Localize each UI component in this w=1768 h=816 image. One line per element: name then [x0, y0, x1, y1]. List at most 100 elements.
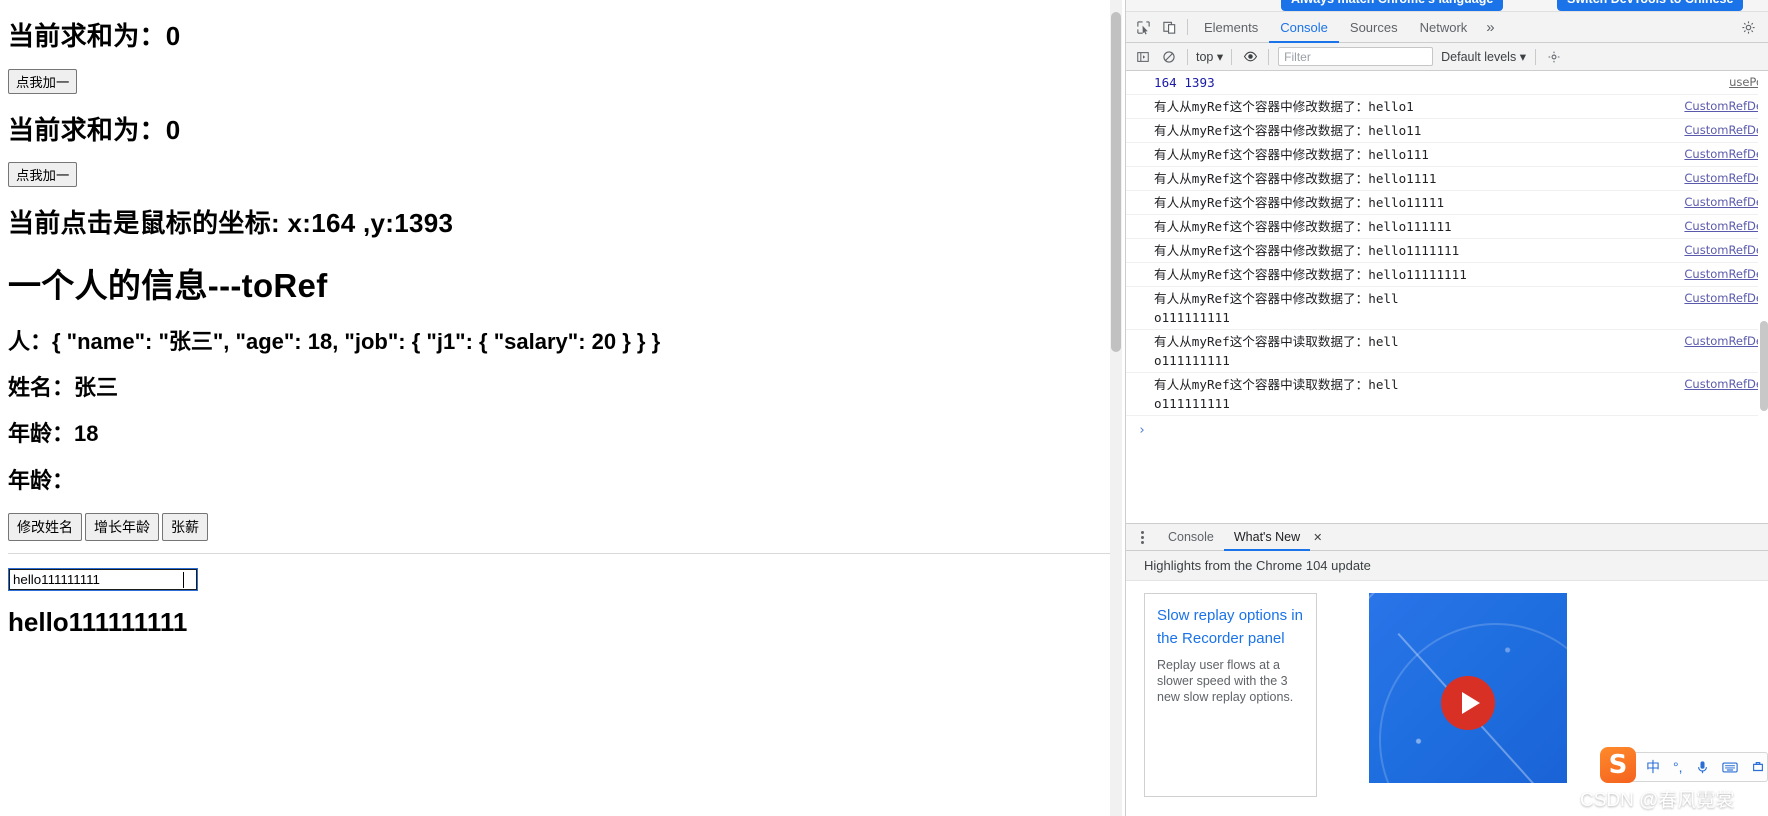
drawer-tab-whats-new[interactable]: What's New [1223, 524, 1311, 551]
filter-divider-1 [1187, 48, 1188, 65]
live-expression-eye-icon[interactable] [1237, 45, 1263, 69]
devtools-tab-bar: Elements Console Sources Network » [1126, 12, 1768, 43]
console-log-row[interactable]: 有人从myRef这个容器中修改数据了：hello11111111 CustomRe… [1126, 263, 1768, 287]
devtools-language-banner: Always match Chrome's language Switch De… [1126, 0, 1768, 12]
console-log-message: 有人从myRef这个容器中修改数据了：hello111111 [1154, 219, 1452, 234]
console-log-source-link[interactable]: CustomRefDe [1684, 121, 1763, 140]
console-log-source-link[interactable]: CustomRefDe [1684, 375, 1763, 394]
console-log-source-link[interactable]: CustomRefDe [1684, 193, 1763, 212]
filter-divider-2 [1231, 48, 1233, 65]
custom-ref-input[interactable] [8, 567, 198, 591]
raise-salary-button[interactable]: 张薪 [162, 512, 208, 541]
sum-label-1: 当前求和为：0 [8, 21, 181, 51]
log-level-label: Default levels [1441, 50, 1517, 64]
console-log-message: 有人从myRef这个容器中修改数据了：hello1111 [1154, 171, 1437, 186]
console-log-message: 有人从myRef这个容器中修改数据了：hello11111111 [1154, 267, 1467, 282]
whats-new-illustration [1369, 593, 1567, 783]
console-scrollbar-track[interactable] [1758, 71, 1768, 523]
more-tabs-icon[interactable]: » [1478, 19, 1502, 36]
console-log-source-link[interactable]: CustomRefDe [1684, 265, 1763, 284]
console-log-message: 有人从myRef这个容器中读取数据了：hello111111111 [1154, 377, 1399, 411]
console-log-message: 有人从myRef这个容器中读取数据了：hello111111111 [1154, 334, 1399, 368]
play-triangle [1461, 692, 1480, 715]
console-log-source-link[interactable]: CustomRefDe [1684, 217, 1763, 236]
always-match-language-button[interactable]: Always match Chrome's language [1281, 0, 1504, 11]
console-log-source-link[interactable]: CustomRefDe [1684, 97, 1763, 116]
increase-age-button[interactable]: 增长年龄 [85, 512, 159, 541]
console-log-message: 有人从myRef这个容器中修改数据了：hello111 [1154, 147, 1429, 162]
console-log-source-link[interactable]: CustomRefDe [1684, 145, 1763, 164]
person-name-label: 姓名：张三 [8, 375, 119, 401]
console-filter-input[interactable]: Filter [1278, 47, 1434, 66]
close-icon[interactable]: ✕ [1313, 531, 1322, 544]
tab-elements[interactable]: Elements [1193, 12, 1269, 43]
page-scrollbar-thumb[interactable] [1111, 12, 1121, 352]
ime-microphone-icon[interactable] [1696, 760, 1709, 775]
devtools-toolbar-right [1735, 15, 1765, 39]
console-log-row[interactable]: 有人从myRef这个容器中修改数据了：hello111 CustomRefDe [1126, 143, 1768, 167]
ime-keyboard-icon[interactable] [1721, 761, 1738, 774]
console-log-row[interactable]: 有人从myRef这个容器中修改数据了：hello1111111 CustomRef… [1126, 239, 1768, 263]
console-log-row[interactable]: 有人从myRef这个容器中修改数据了：hello1 CustomRefDe [1126, 95, 1768, 119]
switch-devtools-to-chinese-button[interactable]: Switch DevTools to Chinese [1557, 0, 1744, 11]
whats-new-card[interactable]: Slow replay options in the Recorder pane… [1144, 593, 1317, 797]
filter-divider-3 [1268, 48, 1270, 65]
change-name-button[interactable]: 修改姓名 [8, 512, 82, 541]
ime-chinese-mode-icon[interactable]: 中 [1646, 757, 1660, 777]
console-log-list[interactable]: 164 1393 usePo 有人从myRef这个容器中修改数据了：hello1 Cu… [1126, 71, 1768, 523]
console-log-source-link[interactable]: CustomRefDe [1684, 169, 1763, 188]
custom-ref-output-text: hello111111111 [8, 606, 188, 637]
illustration-diagonal-line [1397, 633, 1553, 783]
console-log-row[interactable]: 有人从myRef这个容器中修改数据了：hello111111 CustomRefD… [1126, 215, 1768, 239]
console-log-row[interactable]: 有人从myRef这个容器中读取数据了：hello111111111 CustomR… [1126, 373, 1768, 416]
console-log-source-link[interactable]: CustomRefDe [1684, 289, 1763, 308]
console-log-source-link[interactable]: CustomRefDe [1684, 241, 1763, 260]
increment-button-2-wrapper: 点我加一 [8, 162, 1114, 188]
console-log-message: 有人从myRef这个容器中修改数据了：hello11 [1154, 123, 1422, 138]
person-age-empty-label: 年龄： [8, 467, 75, 493]
console-log-row[interactable]: 有人从myRef这个容器中修改数据了：hello1111 CustomRefDe [1126, 167, 1768, 191]
console-log-row[interactable]: 有人从myRef这个容器中修改数据了：hello111111111 CustomR… [1126, 287, 1768, 330]
console-log-row[interactable]: 有人从myRef这个容器中读取数据了：hello111111111 CustomR… [1126, 330, 1768, 373]
console-log-message: 有人从myRef这个容器中修改数据了：hello1111111 [1154, 243, 1460, 258]
console-settings-icon[interactable] [1541, 45, 1567, 69]
ime-punctuation-icon[interactable]: °, [1673, 759, 1683, 775]
whats-new-subtitle: Highlights from the Chrome 104 update [1126, 551, 1768, 581]
console-scrollbar-thumb[interactable] [1760, 321, 1768, 411]
sogou-logo-icon[interactable]: S [1600, 747, 1636, 783]
console-log-source-link[interactable]: CustomRefDe [1684, 332, 1763, 351]
console-log-row[interactable]: 有人从myRef这个容器中修改数据了：hello11111 CustomRefDe [1126, 191, 1768, 215]
console-log-row[interactable]: 164 1393 usePo [1126, 71, 1768, 95]
whats-new-card-title[interactable]: Slow replay options in the Recorder pane… [1157, 604, 1304, 651]
person-action-buttons: 修改姓名 增长年龄 张薪 [8, 512, 1114, 541]
increment-button-1[interactable]: 点我加一 [8, 68, 78, 94]
devtools-panel: Always match Chrome's language Switch De… [1125, 0, 1768, 816]
execution-context-selector[interactable]: top ▾ [1193, 49, 1226, 64]
device-toolbar-icon[interactable] [1156, 15, 1182, 39]
drawer-tab-console[interactable]: Console [1158, 524, 1224, 551]
tab-sources[interactable]: Sources [1339, 12, 1409, 43]
console-log-row[interactable]: 有人从myRef这个容器中修改数据了：hello11 CustomRefDe [1126, 119, 1768, 143]
settings-gear-icon[interactable] [1735, 15, 1761, 39]
person-json-text: 人：{ "name": "张三", "age": 18, "job": { "j… [8, 329, 661, 355]
custom-ref-input-row [8, 567, 1114, 591]
drawer-more-options-icon[interactable] [1134, 530, 1150, 544]
tab-console[interactable]: Console [1269, 12, 1339, 43]
inspect-element-icon[interactable] [1130, 15, 1156, 39]
console-log-message: 164 1393 [1154, 75, 1215, 90]
filter-divider-4 [1534, 48, 1536, 65]
text-caret [183, 571, 184, 588]
csdn-watermark: CSDN @春风霓裳 [1580, 790, 1735, 811]
ime-toolbox-icon[interactable] [1751, 760, 1765, 774]
clear-console-icon[interactable] [1156, 45, 1182, 69]
console-log-message: 有人从myRef这个容器中修改数据了：hello11111 [1154, 195, 1445, 210]
toolbar-divider [1187, 19, 1188, 35]
console-log-message: 有人从myRef这个容器中修改数据了：hello111111111 [1154, 291, 1399, 325]
tab-network[interactable]: Network [1409, 12, 1479, 43]
console-prompt-row[interactable]: › [1126, 416, 1768, 444]
log-level-selector[interactable]: Default levels ▾ [1437, 49, 1530, 64]
increment-button-2[interactable]: 点我加一 [8, 162, 78, 188]
person-info-heading: 一个人的信息---toRef [8, 266, 328, 304]
drawer-tab-bar: Console What's New ✕ [1126, 524, 1768, 551]
console-sidebar-toggle-icon[interactable] [1130, 45, 1156, 69]
